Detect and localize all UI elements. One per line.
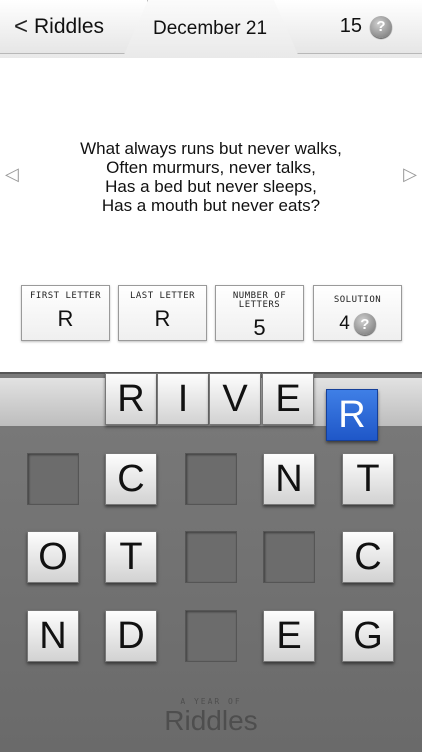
hint-label: FIRST LETTER [29, 291, 102, 301]
letter-tile[interactable]: D [105, 610, 157, 662]
letter-tile[interactable]: T [105, 531, 157, 583]
answer-tile[interactable]: E [262, 373, 314, 425]
help-icon[interactable]: ? [353, 313, 376, 335]
riddle-line: Has a mouth but never eats? [101, 196, 321, 215]
hint-label: SOLUTION [333, 295, 382, 305]
solution-count: 4 [339, 313, 350, 334]
hint-label: LAST LETTER [129, 291, 196, 301]
answer-tile[interactable]: R [105, 373, 157, 425]
hint-solution[interactable]: SOLUTION 4 ? [313, 285, 402, 341]
letter-tile[interactable]: N [27, 610, 79, 662]
letter-tile[interactable]: C [105, 453, 157, 505]
hint-value: 4 ? [314, 313, 401, 335]
hint-last-letter[interactable]: LAST LETTER R [118, 285, 207, 341]
hint-label: NUMBER OF LETTERS [232, 291, 287, 310]
empty-slot [185, 453, 237, 505]
answer-tile[interactable]: V [209, 373, 261, 425]
app-logo: A YEAR OF Riddles [0, 697, 422, 736]
hint-value: R [154, 306, 171, 331]
hint-value: R [57, 306, 74, 331]
triangle-right-icon[interactable]: ▷ [403, 164, 417, 185]
selected-letter-tile[interactable]: R [326, 389, 378, 441]
empty-slot [27, 453, 79, 505]
empty-slot [263, 531, 315, 583]
empty-slot [185, 610, 237, 662]
riddle-text: What always runs but never walks, Often … [40, 139, 382, 215]
score-button[interactable]: 15 ? [274, 0, 422, 54]
help-icon: ? [370, 15, 392, 38]
triangle-left-icon[interactable]: ◁ [5, 164, 19, 185]
score-value: 15 [339, 15, 362, 37]
page-title-date: December 21 [152, 18, 268, 39]
letter-tile[interactable]: O [27, 531, 79, 583]
riddle-line: Often murmurs, never talks, [106, 158, 316, 177]
answer-tile[interactable]: I [157, 373, 209, 425]
hint-value: 5 [253, 315, 266, 340]
top-bar: < Riddles December 21 15 ? [0, 0, 422, 58]
letter-tile[interactable]: G [342, 610, 394, 662]
back-label: Riddles [34, 14, 105, 38]
chevron-left-icon: < [14, 12, 29, 40]
letter-tile[interactable]: T [342, 453, 394, 505]
letter-tile[interactable]: C [342, 531, 394, 583]
riddle-line: Has a bed but never sleeps, [105, 177, 317, 196]
hint-number-of-letters[interactable]: NUMBER OF LETTERS 5 [215, 285, 304, 341]
back-button[interactable]: < Riddles [0, 0, 148, 54]
logo-title: Riddles [164, 705, 258, 736]
riddle-line: What always runs but never walks, [80, 139, 342, 158]
empty-slot [185, 531, 237, 583]
hint-first-letter[interactable]: FIRST LETTER R [21, 285, 110, 341]
letter-tile[interactable]: N [263, 453, 315, 505]
letter-tile[interactable]: E [263, 610, 315, 662]
